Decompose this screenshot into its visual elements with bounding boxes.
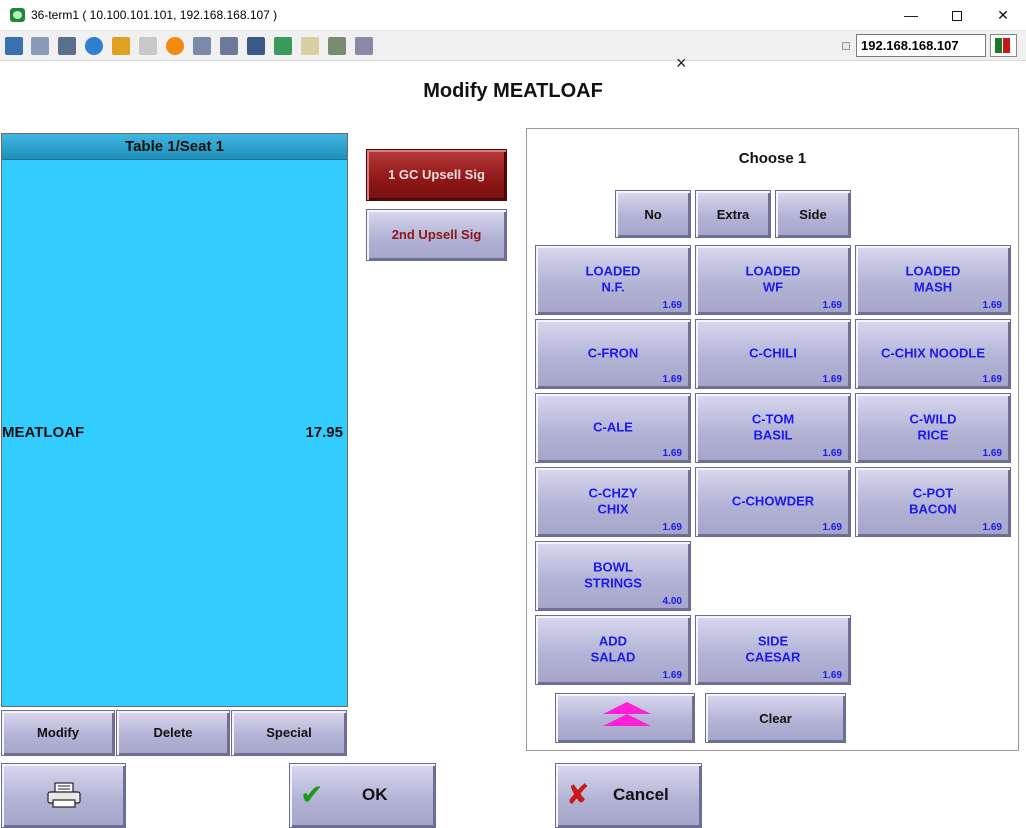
download-icon[interactable]: [274, 37, 292, 55]
dialog-title: Modify MEATLOAF: [423, 80, 603, 102]
modifier-label: LOADED N.F.: [585, 263, 641, 295]
windows-icon[interactable]: [31, 37, 49, 55]
alert-icon[interactable]: [166, 37, 184, 55]
modifier-button[interactable]: LOADED N.F. 1.69: [535, 245, 691, 315]
windows-logo-icon[interactable]: [112, 37, 130, 55]
scroll-up-icon: [603, 714, 651, 726]
modifier-price: 1.69: [822, 448, 842, 459]
notes-icon[interactable]: [301, 37, 319, 55]
signal-bars-icon[interactable]: [990, 34, 1017, 57]
modifier-price: 1.69: [662, 448, 682, 459]
ok-label: OK: [362, 785, 388, 804]
modifier-label: C-CHZY CHIX: [588, 485, 638, 517]
modifier-price: 1.69: [662, 300, 682, 311]
qualifier-extra-button[interactable]: Extra: [695, 190, 771, 238]
check-item[interactable]: MEATLOAF 17.95: [2, 424, 347, 441]
fullscreen-icon[interactable]: [220, 37, 238, 55]
modifier-label: C-CHILI: [749, 345, 797, 361]
scroll-up-icon: [603, 702, 651, 714]
qualifier-side-button[interactable]: Side: [775, 190, 851, 238]
modifier-button[interactable]: C-TOM BASIL 1.69: [695, 393, 851, 463]
network-icon[interactable]: [193, 37, 211, 55]
modifier-label: C-WILD RICE: [909, 411, 957, 443]
window-titlebar: 36-term1 ( 10.100.101.101, 192.168.168.1…: [0, 0, 1026, 31]
cancel-button[interactable]: ✘ Cancel: [555, 763, 702, 828]
modifier-button[interactable]: C-WILD RICE 1.69: [855, 393, 1011, 463]
modifier-button[interactable]: C-ALE 1.69: [535, 393, 691, 463]
modifier-button[interactable]: SIDE CAESAR 1.69: [695, 615, 851, 685]
monitor-icon[interactable]: [5, 37, 23, 55]
modifier-button[interactable]: ADD SALAD 1.69: [535, 615, 691, 685]
cancel-label: Cancel: [613, 785, 669, 804]
modifier-label: LOADED MASH: [905, 263, 961, 295]
choose-prompt: Choose 1: [738, 150, 807, 167]
modifier-button[interactable]: LOADED MASH 1.69: [855, 245, 1011, 315]
modifier-button[interactable]: C-POT BACON 1.69: [855, 467, 1011, 537]
upsell-2-button[interactable]: 2nd Upsell Sig: [366, 209, 507, 261]
keyboard-icon[interactable]: [139, 37, 157, 55]
check-item-price: 17.95: [305, 424, 343, 441]
modifier-button[interactable]: C-CHILI 1.69: [695, 319, 851, 389]
modifier-label: LOADED WF: [745, 263, 801, 295]
modifier-label: C-CHIX NOODLE: [881, 345, 985, 361]
ip-address-field[interactable]: 192.168.168.107: [856, 34, 986, 57]
print-button[interactable]: [1, 763, 126, 828]
special-button[interactable]: Special: [231, 710, 347, 756]
clear-button[interactable]: Clear: [705, 693, 846, 743]
image-icon[interactable]: [328, 37, 346, 55]
modifier-button[interactable]: LOADED WF 1.69: [695, 245, 851, 315]
modifier-price: 1.69: [982, 374, 1002, 385]
modifier-price: 1.69: [662, 670, 682, 681]
window-title: 36-term1 ( 10.100.101.101, 192.168.168.1…: [31, 8, 278, 22]
ip-toggle[interactable]: [842, 42, 850, 50]
modifier-button[interactable]: C-CHOWDER 1.69: [695, 467, 851, 537]
modifier-label: C-FRON: [587, 345, 639, 361]
ok-button[interactable]: ✔ OK: [289, 763, 436, 828]
check-item-name: MEATLOAF: [2, 424, 85, 441]
modifier-price: 1.69: [662, 522, 682, 533]
modifier-label: C-CHOWDER: [731, 493, 815, 509]
close-window-button[interactable]: ✕: [980, 0, 1026, 31]
modifier-price: 1.69: [982, 522, 1002, 533]
modifier-button[interactable]: C-FRON 1.69: [535, 319, 691, 389]
modifier-button[interactable]: BOWL STRINGS 4.00: [535, 541, 691, 611]
modifier-label: SIDE CAESAR: [745, 633, 801, 665]
delete-button[interactable]: Delete: [116, 710, 230, 756]
screen-icon[interactable]: [247, 37, 265, 55]
printer-icon: [47, 782, 81, 808]
modifier-label: C-ALE: [593, 419, 633, 435]
maximize-button[interactable]: [934, 0, 980, 31]
qualifier-no-button[interactable]: No: [615, 190, 691, 238]
x-icon: ✘: [566, 779, 590, 810]
modify-button[interactable]: Modify: [1, 710, 115, 756]
check-header: Table 1/Seat 1: [2, 134, 347, 160]
modifier-button[interactable]: C-CHZY CHIX 1.69: [535, 467, 691, 537]
refresh-icon[interactable]: [85, 37, 103, 55]
modifier-price: 4.00: [662, 596, 682, 607]
scroll-up-button[interactable]: [555, 693, 695, 743]
modifier-label: ADD SALAD: [590, 633, 636, 665]
modifier-price: 1.69: [822, 522, 842, 533]
modifier-label: BOWL STRINGS: [584, 559, 642, 591]
tools-icon[interactable]: [58, 37, 76, 55]
chat-icon[interactable]: [355, 37, 373, 55]
modifier-button[interactable]: C-CHIX NOODLE 1.69: [855, 319, 1011, 389]
modifier-price: 1.69: [822, 300, 842, 311]
minimize-button[interactable]: —: [888, 0, 934, 31]
modifier-price: 1.69: [982, 448, 1002, 459]
modifier-price: 1.69: [662, 374, 682, 385]
modifier-price: 1.69: [982, 300, 1002, 311]
app-icon: [10, 8, 25, 22]
dialog-close-icon[interactable]: ×: [676, 53, 687, 74]
modifier-label: C-POT BACON: [909, 485, 957, 517]
modifier-price: 1.69: [822, 670, 842, 681]
upsell-1-button[interactable]: 1 GC Upsell Sig: [366, 149, 507, 201]
modifier-price: 1.69: [822, 374, 842, 385]
checkmark-icon: ✔: [300, 779, 324, 810]
check-panel: Table 1/Seat 1 MEATLOAF 17.95: [1, 133, 348, 707]
modifier-label: C-TOM BASIL: [751, 411, 795, 443]
